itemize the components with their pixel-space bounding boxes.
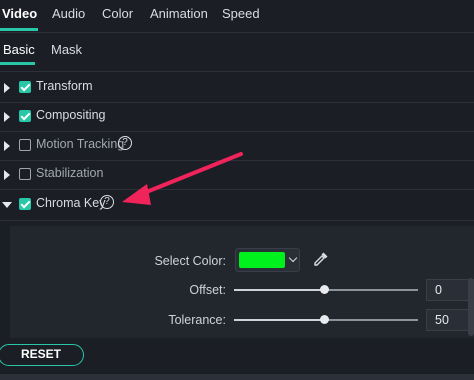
section-label: Stabilization	[36, 166, 104, 180]
tolerance-label: Tolerance:	[168, 313, 226, 327]
tolerance-slider[interactable]	[234, 315, 418, 324]
tab-video[interactable]: Video	[2, 6, 37, 21]
compositing-checkbox[interactable]	[19, 110, 31, 122]
collapse-arrow-icon[interactable]	[2, 202, 12, 208]
motion-tracking-checkbox[interactable]	[19, 139, 31, 151]
divider	[0, 189, 474, 190]
tolerance-input[interactable]	[426, 309, 474, 331]
help-icon[interactable]: ?	[100, 195, 114, 209]
bottom-divider	[0, 374, 474, 380]
section-compositing[interactable]: Compositing	[0, 103, 474, 131]
tab-color[interactable]: Color	[102, 6, 133, 21]
subtab-basic[interactable]: Basic	[3, 42, 35, 57]
active-subtab-indicator	[0, 62, 35, 65]
expand-arrow-icon[interactable]	[4, 83, 10, 93]
offset-label: Offset:	[189, 283, 226, 297]
scrollbar[interactable]	[468, 278, 474, 336]
expand-arrow-icon[interactable]	[4, 170, 10, 180]
subtab-mask[interactable]: Mask	[51, 42, 82, 57]
section-label: Motion Tracking	[36, 137, 125, 151]
tab-audio[interactable]: Audio	[52, 6, 85, 21]
expand-arrow-icon[interactable]	[4, 141, 10, 151]
stabilization-checkbox[interactable]	[19, 168, 31, 180]
help-icon[interactable]: ?	[118, 136, 132, 150]
section-label: Transform	[36, 79, 93, 93]
divider	[0, 71, 474, 72]
sub-tab-bar: Basic Mask	[0, 33, 474, 67]
offset-slider[interactable]	[234, 285, 418, 294]
color-picker-dropdown[interactable]	[235, 248, 300, 272]
chevron-down-icon[interactable]	[288, 253, 298, 263]
section-label: Chroma Key	[36, 196, 106, 210]
transform-checkbox[interactable]	[19, 81, 31, 93]
expand-arrow-icon[interactable]	[4, 112, 10, 122]
offset-slider-fill	[234, 289, 325, 291]
tab-animation[interactable]: Animation	[150, 6, 208, 21]
select-color-label: Select Color:	[154, 254, 226, 268]
offset-input[interactable]	[426, 279, 474, 301]
active-tab-indicator	[0, 28, 38, 31]
tolerance-slider-fill	[234, 319, 325, 321]
chroma-key-panel	[10, 226, 474, 338]
section-stabilization[interactable]: Stabilization	[0, 161, 474, 189]
section-motion-tracking[interactable]: Motion Tracking ?	[0, 132, 474, 160]
divider	[0, 220, 474, 221]
section-transform[interactable]: Transform	[0, 74, 474, 102]
tab-speed[interactable]: Speed	[222, 6, 260, 21]
color-swatch[interactable]	[239, 252, 285, 268]
section-label: Compositing	[36, 108, 106, 122]
chroma-key-checkbox[interactable]	[19, 198, 31, 210]
top-tab-bar: Video Audio Color Animation Speed	[0, 0, 474, 33]
reset-button[interactable]: RESET	[0, 344, 84, 366]
eyedropper-icon[interactable]	[313, 251, 329, 267]
section-chroma-key[interactable]: Chroma Key ?	[0, 191, 474, 219]
